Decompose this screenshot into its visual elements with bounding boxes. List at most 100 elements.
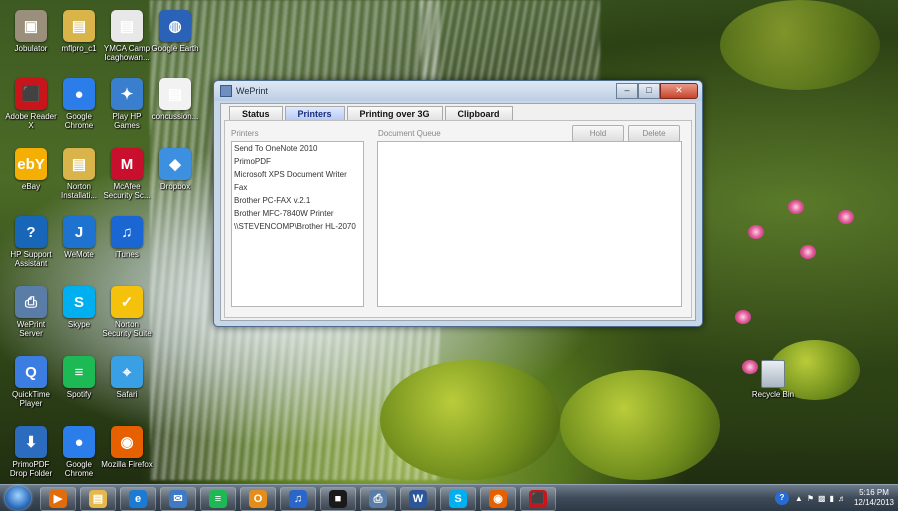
desktop-icon-label: Spotify <box>66 390 92 399</box>
taskbar-button[interactable]: ✉ <box>160 487 196 511</box>
desktop-icon-label: QuickTime Player <box>12 390 50 408</box>
recycle-bin-label: Recycle Bin <box>751 390 795 399</box>
spotify-icon: ≡ <box>209 490 227 508</box>
desktop-icon[interactable]: S Skype <box>52 286 106 329</box>
desktop-icon[interactable]: ⬛ Adobe Reader X <box>4 78 58 130</box>
clock[interactable]: 5:16 PM 12/14/2013 <box>854 488 894 508</box>
desktop-icon[interactable]: Q QuickTime Player <box>4 356 58 408</box>
desktop-icon-label: Play HP Games <box>112 112 142 130</box>
desktop-icon-label: WeMote <box>64 250 94 259</box>
window-titlebar[interactable]: WePrint – □ ✕ <box>214 81 702 101</box>
minimize-button[interactable]: – <box>616 83 638 99</box>
desktop-icon[interactable]: ▤ concussion... <box>148 78 202 121</box>
hold-button[interactable]: Hold <box>572 125 624 142</box>
app-icon: ⎙ <box>15 286 47 318</box>
black-app-icon: ■ <box>329 490 347 508</box>
tab-clipboard[interactable]: Clipboard <box>444 106 513 121</box>
taskbar-button[interactable]: ▶ <box>40 487 76 511</box>
desktop-icon-label: eBay <box>21 182 41 191</box>
taskbar-button[interactable]: ♫ <box>280 487 316 511</box>
printer-list-item[interactable]: Send To OneNote 2010 <box>232 142 363 155</box>
document-queue-list[interactable] <box>377 141 682 307</box>
taskbar-button[interactable]: W <box>400 487 436 511</box>
desktop-icon-label: concussion... <box>151 112 199 121</box>
desktop-icon[interactable]: ⎙ WePrint Server <box>4 286 58 338</box>
start-button[interactable] <box>5 486 31 510</box>
desktop-icon[interactable]: J WeMote <box>52 216 106 259</box>
desktop-icon[interactable]: ● Google Chrome <box>52 78 106 130</box>
wallpaper-waterfall-top <box>420 0 600 90</box>
printer-list-item[interactable]: PrimoPDF <box>232 155 363 168</box>
printer-list-item[interactable]: Brother MFC-7840W Printer <box>232 207 363 220</box>
desktop-icon[interactable]: ▤ YMCA Camp Icaghowan... <box>100 10 154 62</box>
taskbar-button[interactable]: ≡ <box>200 487 236 511</box>
desktop-icon-label: Jobulator <box>14 44 48 53</box>
taskbar-button[interactable]: ⎙ <box>360 487 396 511</box>
desktop-icon-label: HP Support Assistant <box>10 250 52 268</box>
show-hidden-icons[interactable]: ▲ <box>795 494 803 503</box>
desktop-icon-label: Google Earth <box>151 44 199 53</box>
close-button[interactable]: ✕ <box>660 83 698 99</box>
desktop-icon[interactable]: M McAfee Security Sc... <box>100 148 154 200</box>
signal-icon[interactable]: ▮ <box>830 494 834 503</box>
desktop-icon-label: mflpro_c1 <box>61 44 97 53</box>
taskbar: ▶ ▤ e ✉ ≡ O ♫ ■ ⎙ W S ◉ ⬛ ? ▲ ⚑ ▩ ▮ ♬ 5:16 PM 12/14/… <box>0 484 898 511</box>
firefox-icon: ◉ <box>489 490 507 508</box>
tab-printing-over-3g[interactable]: Printing over 3G <box>346 106 443 121</box>
desktop-icon[interactable]: ? HP Support Assistant <box>4 216 58 268</box>
clock-time: 5:16 PM <box>859 488 889 497</box>
taskbar-button[interactable]: e <box>120 487 156 511</box>
desktop-icon-label: Skype <box>67 320 91 329</box>
desktop-icon[interactable]: ● Google Chrome <box>52 426 106 478</box>
maximize-button[interactable]: □ <box>638 83 660 99</box>
weprint-window: WePrint – □ ✕ Status Printers Printing o… <box>213 80 703 327</box>
tab-printers[interactable]: Printers <box>284 106 345 121</box>
desktop-icon-label: Norton Security Suite <box>102 320 152 338</box>
app-icon: ▤ <box>63 148 95 180</box>
network-icon[interactable]: ▩ <box>818 494 826 503</box>
wallpaper-flower <box>800 245 816 259</box>
desktop-icon[interactable]: ⌖ Safari <box>100 356 154 399</box>
system-tray: ? ▲ ⚑ ▩ ▮ ♬ 5:16 PM 12/14/2013 <box>774 487 894 509</box>
printer-list-item[interactable]: Microsoft XPS Document Writer <box>232 168 363 181</box>
app-icon: M <box>111 148 143 180</box>
desktop-icon-label: Norton Installati... <box>60 182 97 200</box>
desktop-icon-label: PrimoPDF Drop Folder <box>9 460 53 478</box>
desktop-icon-recycle-bin[interactable]: Recycle Bin <box>748 360 798 399</box>
app-icon: ⬛ <box>15 78 47 110</box>
printer-list[interactable]: Send To OneNote 2010 PrimoPDF Microsoft XP… <box>231 141 364 307</box>
desktop-icon-label: WePrint Server <box>16 320 46 338</box>
taskbar-button[interactable]: S <box>440 487 476 511</box>
printer-list-item[interactable]: \\STEVENCOMP\Brother HL-2070 <box>232 220 363 233</box>
printer-list-item[interactable]: Brother PC-FAX v.2.1 <box>232 194 363 207</box>
help-icon[interactable]: ? <box>774 491 789 505</box>
desktop-icon[interactable]: ✦ Play HP Games <box>100 78 154 130</box>
taskbar-button[interactable]: ⬛ <box>520 487 556 511</box>
volume-icon[interactable]: ♬ <box>838 494 846 503</box>
desktop-icon[interactable]: ▤ mflpro_c1 <box>52 10 106 53</box>
window-content: Status Printers Printing over 3G Clipboa… <box>220 103 696 321</box>
desktop-icon[interactable]: ▤ Norton Installati... <box>52 148 106 200</box>
delete-button[interactable]: Delete <box>628 125 680 142</box>
desktop-icon[interactable]: ♫ iTunes <box>100 216 154 259</box>
tab-status[interactable]: Status <box>229 106 283 121</box>
desktop-icon[interactable]: ebY eBay <box>4 148 58 191</box>
wallpaper-moss <box>380 360 560 480</box>
printer-list-item[interactable]: Fax <box>232 181 363 194</box>
desktop-icon[interactable]: ≡ Spotify <box>52 356 106 399</box>
desktop-icon[interactable]: ▣ Jobulator <box>4 10 58 53</box>
taskbar-button[interactable]: ▤ <box>80 487 116 511</box>
desktop-icon[interactable]: ◍ Google Earth <box>148 10 202 53</box>
flag-icon[interactable]: ⚑ <box>807 494 814 503</box>
desktop-icon[interactable]: ◉ Mozilla Firefox <box>100 426 154 469</box>
desktop-icon[interactable]: ◆ Dropbox <box>148 148 202 191</box>
desktop-icon[interactable]: ⬇ PrimoPDF Drop Folder <box>4 426 58 478</box>
app-icon: Q <box>15 356 47 388</box>
tab-bar: Status Printers Printing over 3G Clipboa… <box>229 106 515 121</box>
wallpaper-flower <box>788 200 804 214</box>
desktop-icon[interactable]: ✓ Norton Security Suite <box>100 286 154 338</box>
taskbar-button[interactable]: O <box>240 487 276 511</box>
taskbar-button[interactable]: ■ <box>320 487 356 511</box>
taskbar-button[interactable]: ◉ <box>480 487 516 511</box>
app-icon: ? <box>15 216 47 248</box>
